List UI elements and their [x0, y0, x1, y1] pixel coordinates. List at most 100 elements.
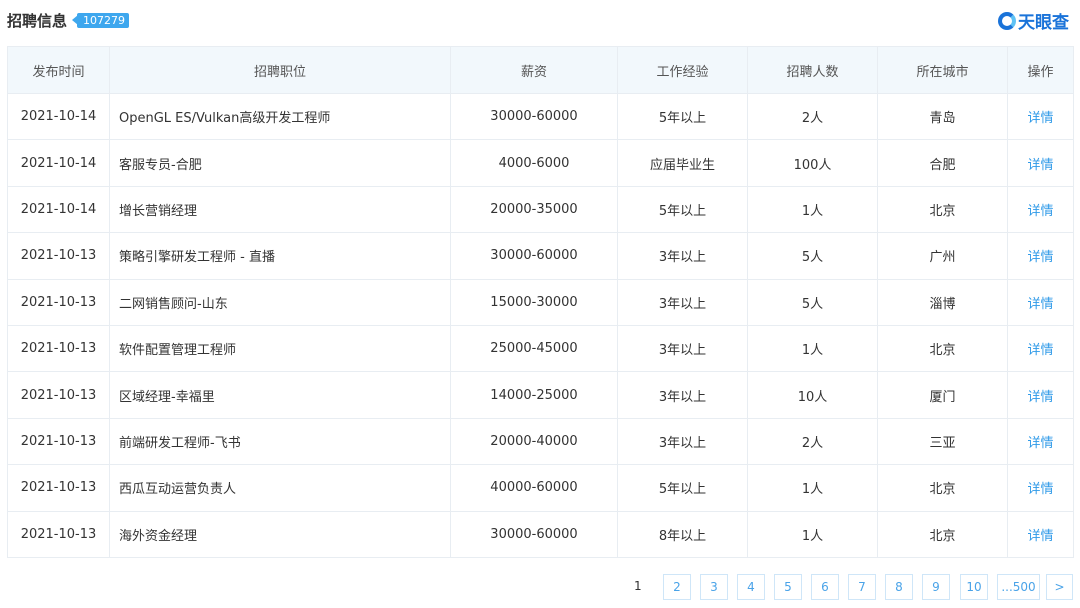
- table-row: 2021-10-13 前端研发工程师-飞书 20000-40000 3年以上 2人 三亚 详…: [7, 417, 1074, 466]
- salary-cell: 25000-45000: [450, 324, 618, 373]
- page-button[interactable]: ...500: [997, 574, 1040, 600]
- date-cell: 2021-10-13: [7, 510, 110, 558]
- position-cell: 软件配置管理工程师: [109, 324, 451, 373]
- date-cell: 2021-10-13: [7, 324, 110, 373]
- headcount-cell: 1人: [747, 464, 878, 512]
- action-cell: 详情: [1007, 464, 1074, 512]
- details-link[interactable]: 详情: [1027, 343, 1053, 358]
- city-cell: 三亚: [877, 417, 1008, 466]
- experience-cell: 应届毕业生: [617, 139, 748, 187]
- column-header: 工作经验: [617, 46, 748, 94]
- column-header: 招聘人数: [747, 46, 878, 94]
- experience-cell: 5年以上: [617, 92, 748, 141]
- experience-cell: 3年以上: [617, 417, 748, 466]
- count-badge: 107279: [72, 13, 129, 28]
- headcount-cell: 2人: [747, 92, 878, 141]
- position-cell: 海外资金经理: [109, 510, 451, 558]
- logo-icon: [998, 11, 1016, 30]
- jobs-table: 发布时间 招聘职位 薪资 工作经验 招聘人数 所在城市 操作 2021-10-14 OpenG…: [7, 46, 1074, 558]
- pagination: 1 2 3 4 5 6 7 8 9 10 ...500 >: [0, 574, 1080, 600]
- current-page: 1: [634, 579, 642, 593]
- position-cell: 增长营销经理: [109, 185, 451, 234]
- page-button[interactable]: 7: [848, 574, 876, 600]
- action-cell: 详情: [1007, 278, 1074, 326]
- date-cell: 2021-10-13: [7, 417, 110, 466]
- experience-cell: 3年以上: [617, 324, 748, 373]
- action-cell: 详情: [1007, 510, 1074, 558]
- headcount-cell: 1人: [747, 324, 878, 373]
- date-cell: 2021-10-14: [7, 185, 110, 234]
- table-row: 2021-10-13 区域经理-幸福里 14000-25000 3年以上 10人 厦门 详情: [7, 371, 1074, 419]
- salary-cell: 30000-60000: [450, 232, 618, 280]
- action-cell: 详情: [1007, 92, 1074, 141]
- city-cell: 青岛: [877, 92, 1008, 141]
- date-cell: 2021-10-14: [7, 139, 110, 187]
- experience-cell: 8年以上: [617, 510, 748, 558]
- position-cell: 客服专员-合肥: [109, 139, 451, 187]
- page-button[interactable]: 10: [960, 574, 988, 600]
- date-cell: 2021-10-13: [7, 278, 110, 326]
- city-cell: 北京: [877, 324, 1008, 373]
- headcount-cell: 1人: [747, 185, 878, 234]
- page-button[interactable]: 5: [774, 574, 802, 600]
- details-link[interactable]: 详情: [1027, 204, 1053, 219]
- city-cell: 广州: [877, 232, 1008, 280]
- experience-cell: 3年以上: [617, 371, 748, 419]
- page-button[interactable]: 9: [922, 574, 950, 600]
- logo-text: 天眼查: [1018, 13, 1069, 33]
- city-cell: 合肥: [877, 139, 1008, 187]
- headcount-cell: 100人: [747, 139, 878, 187]
- salary-cell: 40000-60000: [450, 464, 618, 512]
- action-cell: 详情: [1007, 232, 1074, 280]
- details-link[interactable]: 详情: [1027, 158, 1053, 173]
- experience-cell: 3年以上: [617, 278, 748, 326]
- column-header: 操作: [1007, 46, 1074, 94]
- headcount-cell: 5人: [747, 278, 878, 326]
- experience-cell: 3年以上: [617, 232, 748, 280]
- table-row: 2021-10-14 增长营销经理 20000-35000 5年以上 1人 北京 详情: [7, 185, 1074, 234]
- headcount-cell: 10人: [747, 371, 878, 419]
- position-cell: 二网销售顾问-山东: [109, 278, 451, 326]
- details-link[interactable]: 详情: [1027, 250, 1053, 265]
- action-cell: 详情: [1007, 139, 1074, 187]
- column-header: 发布时间: [7, 46, 110, 94]
- salary-cell: 30000-60000: [450, 92, 618, 141]
- city-cell: 北京: [877, 510, 1008, 558]
- table-row: 2021-10-13 西瓜互动运营负责人 40000-60000 5年以上 1人 北京 详情: [7, 464, 1074, 512]
- date-cell: 2021-10-13: [7, 232, 110, 280]
- table-row: 2021-10-13 海外资金经理 30000-60000 8年以上 1人 北京 详情: [7, 510, 1074, 558]
- headcount-cell: 1人: [747, 510, 878, 558]
- city-cell: 北京: [877, 185, 1008, 234]
- action-cell: 详情: [1007, 371, 1074, 419]
- page-title: 招聘信息: [7, 12, 68, 30]
- action-cell: 详情: [1007, 185, 1074, 234]
- page-button[interactable]: 3: [700, 574, 728, 600]
- details-link[interactable]: 详情: [1027, 111, 1053, 126]
- city-cell: 淄博: [877, 278, 1008, 326]
- page-button[interactable]: 6: [811, 574, 839, 600]
- details-link[interactable]: 详情: [1027, 297, 1053, 312]
- page-button[interactable]: 8: [885, 574, 913, 600]
- page-button[interactable]: 4: [737, 574, 765, 600]
- tianyancha-logo: 天眼查: [998, 8, 1069, 33]
- details-link[interactable]: 详情: [1027, 436, 1053, 451]
- next-page-button[interactable]: >: [1046, 574, 1073, 600]
- city-cell: 厦门: [877, 371, 1008, 419]
- salary-cell: 20000-40000: [450, 417, 618, 466]
- details-link[interactable]: 详情: [1027, 529, 1053, 544]
- experience-cell: 5年以上: [617, 464, 748, 512]
- salary-cell: 20000-35000: [450, 185, 618, 234]
- column-header: 招聘职位: [109, 46, 451, 94]
- table-row: 2021-10-13 软件配置管理工程师 25000-45000 3年以上 1人 北京 详情: [7, 324, 1074, 373]
- salary-cell: 30000-60000: [450, 510, 618, 558]
- table-row: 2021-10-14 客服专员-合肥 4000-6000 应届毕业生 100人 合肥 详情: [7, 139, 1074, 187]
- details-link[interactable]: 详情: [1027, 390, 1053, 405]
- page-button[interactable]: 2: [663, 574, 691, 600]
- headcount-cell: 5人: [747, 232, 878, 280]
- table-row: 2021-10-14 OpenGL ES/Vulkan高级开发工程师 30000-6…: [7, 92, 1074, 141]
- date-cell: 2021-10-13: [7, 464, 110, 512]
- headcount-cell: 2人: [747, 417, 878, 466]
- salary-cell: 4000-6000: [450, 139, 618, 187]
- details-link[interactable]: 详情: [1027, 482, 1053, 497]
- column-header: 薪资: [450, 46, 618, 94]
